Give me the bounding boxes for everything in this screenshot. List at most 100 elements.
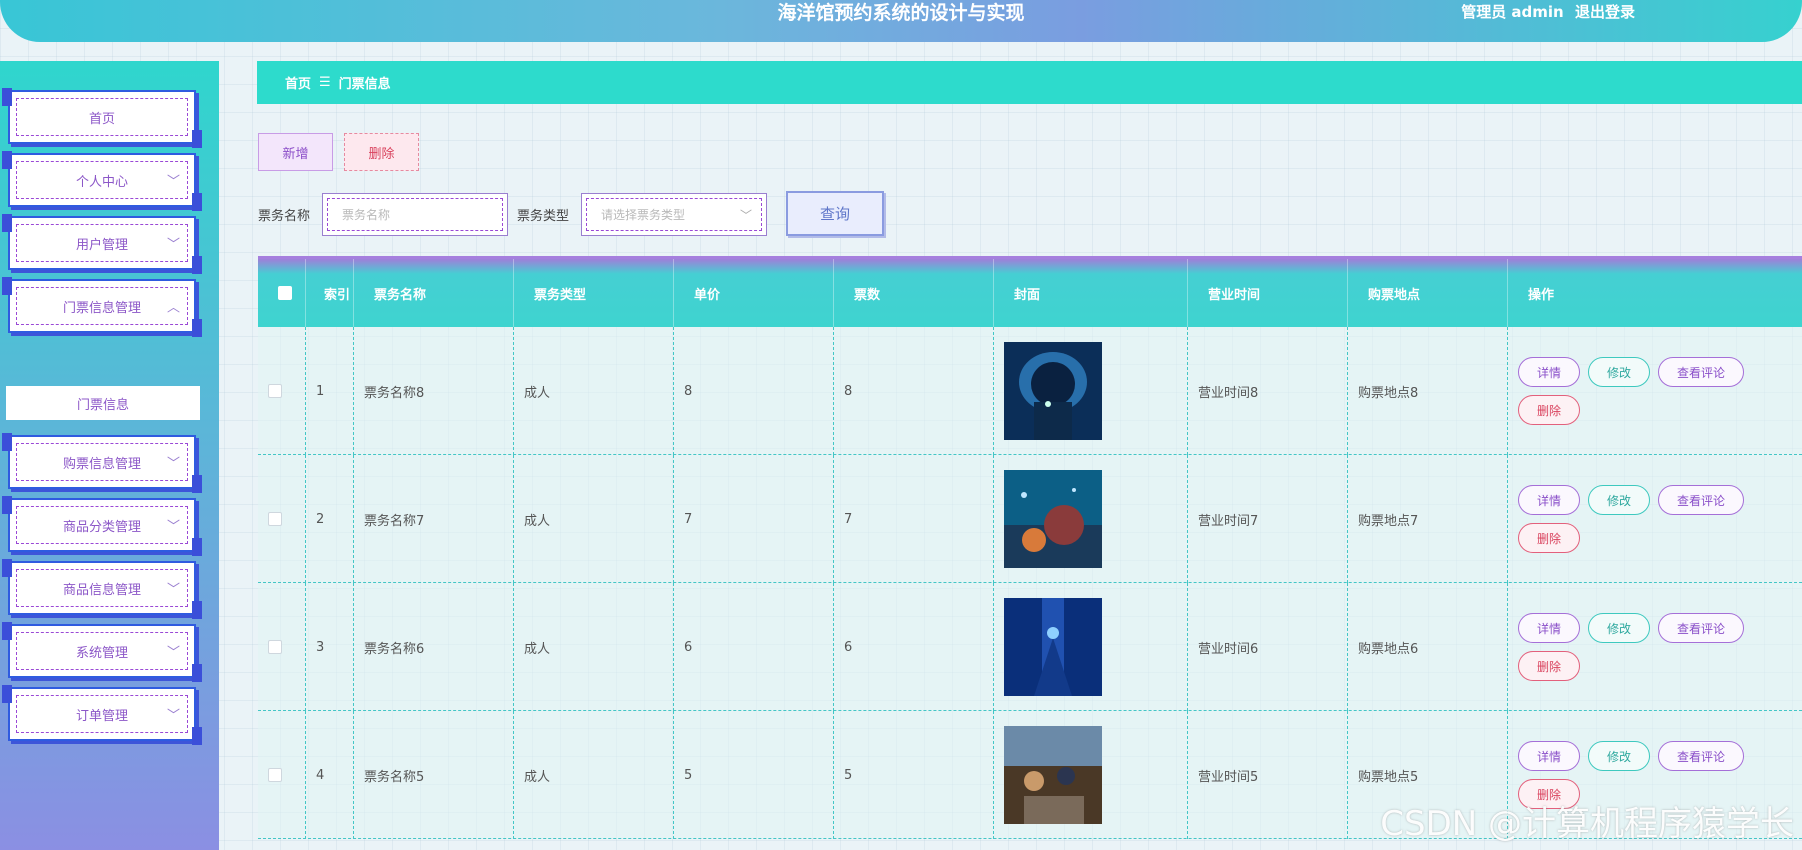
cell-place: 购票地点8 <box>1348 327 1508 455</box>
logout-link[interactable]: 退出登录 <box>1575 3 1635 21</box>
row-delete-button[interactable]: 删除 <box>1518 395 1581 425</box>
frame-deco <box>2 496 12 514</box>
header-price: 单价 <box>674 259 834 327</box>
query-button[interactable]: 查询 <box>786 191 884 236</box>
header-cover: 封面 <box>994 259 1188 327</box>
frame-deco <box>192 130 202 148</box>
frame-deco <box>2 433 12 451</box>
header-ticket-name: 票务名称 <box>354 259 514 327</box>
edit-button[interactable]: 修改 <box>1588 741 1651 771</box>
cell-hours: 营业时间5 <box>1188 711 1348 839</box>
sidebar-subitem-ticket-info[interactable]: 门票信息 <box>6 386 200 420</box>
sidebar-item-system-management[interactable]: 系统管理 ﹀ <box>2 622 202 682</box>
view-comments-button[interactable]: 查看评论 <box>1658 613 1745 643</box>
row-checkbox[interactable] <box>268 384 282 398</box>
cell-actions: 详情 修改 查看评论 删除 <box>1508 583 1758 711</box>
header-count: 票数 <box>834 259 994 327</box>
detail-button[interactable]: 详情 <box>1518 741 1581 771</box>
row-checkbox[interactable] <box>268 512 282 526</box>
edit-button[interactable]: 修改 <box>1588 485 1651 515</box>
cell-count: 5 <box>834 711 994 839</box>
cell-ticket-type: 成人 <box>514 455 674 583</box>
edit-button[interactable]: 修改 <box>1588 357 1651 387</box>
cell-cover <box>994 455 1188 583</box>
frame-deco <box>192 601 202 619</box>
row-checkbox-cell <box>258 583 306 711</box>
cover-image[interactable] <box>1004 598 1102 696</box>
frame-deco <box>2 151 12 169</box>
cell-ticket-name: 票务名称6 <box>354 583 514 711</box>
edit-button[interactable]: 修改 <box>1588 613 1651 643</box>
frame-deco <box>192 193 202 211</box>
cover-image[interactable] <box>1004 342 1102 440</box>
sidebar-item-label: 商品信息管理 <box>62 582 141 598</box>
sidebar-item-label: 首页 <box>88 111 115 127</box>
user-area: 管理员 admin 退出登录 <box>1455 0 1635 24</box>
view-comments-button[interactable]: 查看评论 <box>1658 357 1745 387</box>
sidebar-item-order-management[interactable]: 订单管理 ﹀ <box>2 685 202 745</box>
sidebar-item-label: 门票信息管理 <box>62 300 141 316</box>
row-checkbox-cell <box>258 711 306 839</box>
cell-hours: 营业时间7 <box>1188 455 1348 583</box>
row-delete-button[interactable]: 删除 <box>1518 523 1581 553</box>
header-place: 购票地点 <box>1348 259 1508 327</box>
chevron-down-icon: ﹀ <box>166 708 180 724</box>
cell-index: 4 <box>306 711 354 839</box>
cell-index: 2 <box>306 455 354 583</box>
select-all-checkbox[interactable] <box>278 286 292 300</box>
ticket-type-select[interactable]: 请选择票务类型 ﹀ <box>581 193 767 236</box>
cell-cover <box>994 327 1188 455</box>
chevron-down-icon: ﹀ <box>166 582 180 598</box>
cell-ticket-type: 成人 <box>514 583 674 711</box>
chevron-down-icon: ﹀ <box>166 456 180 472</box>
watermark: CSDN @计算机程序猿学长 <box>1380 804 1794 844</box>
detail-button[interactable]: 详情 <box>1518 357 1581 387</box>
frame-deco <box>2 277 12 295</box>
view-comments-button[interactable]: 查看评论 <box>1658 741 1745 771</box>
sidebar-item-personal-center[interactable]: 个人中心 ﹀ <box>2 151 202 211</box>
ticket-type-placeholder: 请选择票务类型 <box>586 198 762 231</box>
table-row: 1 票务名称8 成人 8 8 营业时间8 购票地点8 详情 修改 查看评论 删除 <box>258 327 1802 455</box>
chevron-down-icon: ﹀ <box>166 174 180 190</box>
sidebar-item-label: 商品分类管理 <box>62 519 141 535</box>
cover-image[interactable] <box>1004 726 1102 824</box>
cell-ticket-type: 成人 <box>514 711 674 839</box>
row-delete-button[interactable]: 删除 <box>1518 651 1581 681</box>
chevron-down-icon: ﹀ <box>166 237 180 253</box>
ticket-name-label: 票务名称 <box>258 209 311 224</box>
cell-index: 3 <box>306 583 354 711</box>
sidebar-item-label: 购票信息管理 <box>62 456 141 472</box>
table-row: 3 票务名称6 成人 6 6 营业时间6 购票地点6 详情 修改 查看评论 删除 <box>258 583 1802 711</box>
frame-deco <box>192 319 202 337</box>
view-comments-button[interactable]: 查看评论 <box>1658 485 1745 515</box>
detail-button[interactable]: 详情 <box>1518 485 1581 515</box>
cell-price: 5 <box>674 711 834 839</box>
breadcrumb-home[interactable]: 首页 <box>285 73 311 92</box>
header-ticket-type: 票务类型 <box>514 259 674 327</box>
row-checkbox-cell <box>258 327 306 455</box>
ticket-name-input[interactable]: 票务名称 <box>322 193 508 236</box>
sidebar-item-label: 个人中心 <box>75 174 128 190</box>
cell-cover <box>994 583 1188 711</box>
cell-hours: 营业时间6 <box>1188 583 1348 711</box>
sidebar-item-home[interactable]: 首页 <box>2 88 202 148</box>
cell-ticket-name: 票务名称5 <box>354 711 514 839</box>
sidebar-item-purchase-management[interactable]: 购票信息管理 ﹀ <box>2 433 202 493</box>
cell-index: 1 <box>306 327 354 455</box>
frame-deco <box>192 475 202 493</box>
frame-deco <box>2 214 12 232</box>
delete-button[interactable]: 删除 <box>344 133 419 171</box>
row-checkbox[interactable] <box>268 640 282 654</box>
add-button[interactable]: 新增 <box>258 133 333 171</box>
chevron-down-icon: ﹀ <box>166 645 180 661</box>
header-index: 索引 <box>306 259 354 327</box>
cover-image[interactable] <box>1004 470 1102 568</box>
sidebar-item-category-management[interactable]: 商品分类管理 ﹀ <box>2 496 202 556</box>
ticket-table: 索引 票务名称 票务类型 单价 票数 封面 营业时间 购票地点 操作 1 票务名… <box>258 256 1802 850</box>
header-hours: 营业时间 <box>1188 259 1348 327</box>
sidebar-item-user-management[interactable]: 用户管理 ﹀ <box>2 214 202 274</box>
row-checkbox[interactable] <box>268 768 282 782</box>
detail-button[interactable]: 详情 <box>1518 613 1581 643</box>
sidebar-item-product-management[interactable]: 商品信息管理 ﹀ <box>2 559 202 619</box>
sidebar-item-ticket-management[interactable]: 门票信息管理 ︿ <box>2 277 202 337</box>
